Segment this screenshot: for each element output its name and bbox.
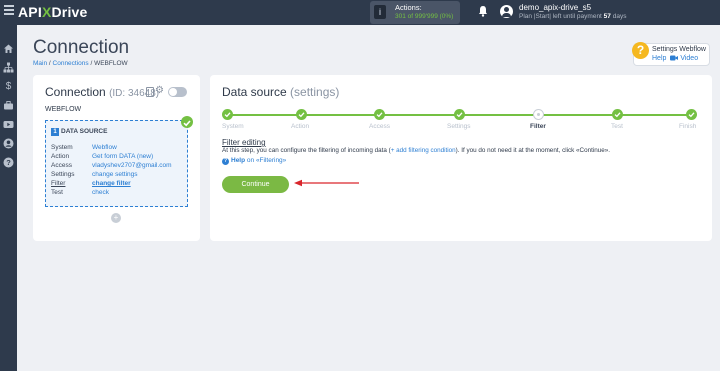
step-action-check-icon[interactable] <box>296 109 307 120</box>
top-bar: APIXDrive i Actions: 301 of 999'999 (0%)… <box>0 0 720 25</box>
step-finish-check-icon[interactable] <box>686 109 697 120</box>
actions-label: Actions: <box>395 3 422 12</box>
data-source-block[interactable]: 1 DATA SOURCE System Webflow Action Get for… <box>45 120 188 207</box>
page-title: Connection <box>33 37 130 58</box>
filter-editing-title: Filter editing <box>222 138 266 147</box>
svg-text:?: ? <box>6 158 11 167</box>
help-icon[interactable]: ? <box>3 157 14 168</box>
help-link[interactable]: Help <box>652 55 666 62</box>
ds-row-action: Action Get form DATA (new) <box>51 153 154 160</box>
continue-button[interactable]: Continue <box>222 176 289 193</box>
ds-row-system: System Webflow <box>51 144 117 151</box>
gear-icon[interactable]: ⚙ <box>155 85 164 96</box>
document-icon[interactable] <box>146 87 154 97</box>
user-icon[interactable] <box>3 138 14 149</box>
step-label-system: System <box>222 123 244 130</box>
help-widget-title: Settings Webflow <box>652 46 706 53</box>
add-block-button[interactable]: + <box>111 213 121 223</box>
question-icon: ? <box>632 42 649 59</box>
data-source-heading: 1 DATA SOURCE <box>51 128 107 136</box>
breadcrumb-main[interactable]: Main <box>33 60 47 67</box>
step-filter-current-icon[interactable] <box>533 109 544 120</box>
avatar[interactable] <box>500 5 513 18</box>
ds-row-test: Test check <box>51 189 109 196</box>
step-label-filter: Filter <box>530 123 546 130</box>
breadcrumb: Main / Connections / WEBFLOW <box>33 60 128 67</box>
arrow-pointer-icon <box>294 179 359 187</box>
step-label-test: Test <box>611 123 623 130</box>
step-label-settings: Settings <box>447 123 471 130</box>
step-label-finish: Finish <box>679 123 697 130</box>
breadcrumb-connections[interactable]: Connections <box>53 60 89 67</box>
actions-counter: i Actions: 301 of 999'999 (0%) <box>370 1 460 24</box>
step-label-access: Access <box>369 123 390 130</box>
ds-row-access: Access vladyshev2707@gmail.com <box>51 162 172 169</box>
video-link[interactable]: Video <box>680 55 698 62</box>
sidebar: $ ? <box>0 25 17 371</box>
question-circle-icon: ? <box>222 158 229 165</box>
connection-card: Connection (ID: 34648) ⚙ WEBFLOW 1 DATA S… <box>33 75 200 241</box>
ds-row-settings: Settings change settings <box>51 171 138 178</box>
step-system-check-icon[interactable] <box>222 109 233 120</box>
video-camera-icon <box>670 55 679 61</box>
add-filter-condition-link[interactable]: + add filtering condition <box>391 147 456 154</box>
ds-row-filter: Filter change filter <box>51 180 131 187</box>
step-access-check-icon[interactable] <box>374 109 385 120</box>
actions-value: 301 of 999'999 (0%) <box>395 13 454 20</box>
data-source-check-icon <box>181 116 193 128</box>
help-filtering-link[interactable]: ? Help on «Filtering» <box>222 157 286 165</box>
data-source-title: Data source (settings) <box>222 85 340 99</box>
step-label-action: Action <box>291 123 310 130</box>
video-icon[interactable] <box>3 119 14 130</box>
username[interactable]: demo_apix-drive_s5 <box>519 3 591 12</box>
info-icon[interactable]: i <box>374 5 386 19</box>
home-icon[interactable] <box>3 43 14 54</box>
help-widget-links: Help Video <box>652 55 698 62</box>
step-test-check-icon[interactable] <box>612 109 623 120</box>
data-source-card: Data source (settings) System Action Acc… <box>210 75 712 241</box>
plan-info: Plan |Start| left until payment 57 days <box>519 13 627 20</box>
briefcase-icon[interactable] <box>3 100 14 111</box>
dollar-icon[interactable]: $ <box>3 81 14 92</box>
bell-icon[interactable] <box>478 5 488 17</box>
filter-editing-text: At this step, you can configure the filt… <box>222 147 611 154</box>
step-settings-check-icon[interactable] <box>454 109 465 120</box>
sitemap-icon[interactable] <box>3 62 14 73</box>
menu-icon[interactable] <box>4 5 14 17</box>
logo[interactable]: APIXDrive <box>18 4 88 20</box>
connection-name: WEBFLOW <box>45 106 82 113</box>
connection-toggle[interactable] <box>168 87 187 97</box>
breadcrumb-current: WEBFLOW <box>94 60 128 67</box>
connection-title: Connection (ID: 34648) <box>45 85 160 99</box>
